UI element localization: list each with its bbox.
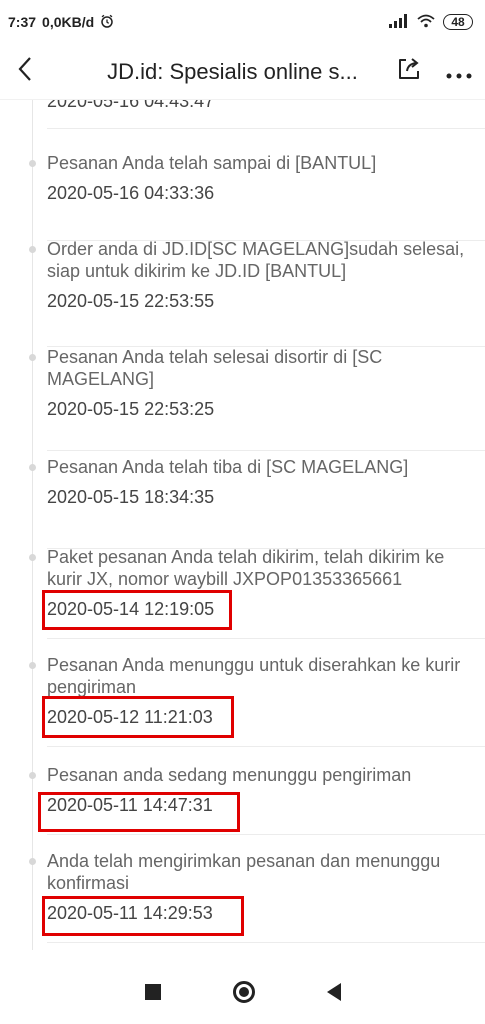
event-message: Pesanan Anda menunggu untuk diserahkan k… — [47, 655, 461, 697]
timeline-dot — [29, 858, 36, 865]
event-timestamp: 2020-05-16 04:33:36 — [47, 183, 215, 203]
signal-icon — [389, 13, 409, 31]
tracking-timeline[interactable]: 2020-05-16 04:43:47 Pesanan Anda telah s… — [0, 100, 485, 960]
event-message: Pesanan anda sedang menunggu pengiriman — [47, 765, 412, 785]
timeline-item-partial: 2020-05-16 04:43:47 — [47, 100, 485, 129]
page-title: JD.id: Spesialis online s... — [107, 58, 358, 84]
system-nav-bar — [0, 960, 485, 1024]
event-message: Anda telah mengirimkan pesanan dan menun… — [47, 851, 441, 893]
alarm-icon — [100, 14, 114, 31]
chevron-left-icon — [17, 56, 33, 87]
timeline-item: Pesanan Anda telah tiba di [SC MAGELANG]… — [29, 456, 485, 549]
share-icon — [396, 56, 422, 87]
status-left: 7:37 0,0KB/d — [8, 14, 114, 31]
event-message: Order anda di JD.ID[SC MAGELANG]sudah se… — [47, 239, 465, 281]
circle-icon[interactable] — [232, 981, 255, 1003]
timeline-line — [32, 100, 33, 950]
timeline-item: Pesanan Anda telah selesai disortir di [… — [29, 346, 485, 451]
battery-indicator: 48 — [443, 14, 473, 30]
more-icon — [446, 56, 472, 87]
triangle-back-icon[interactable] — [326, 983, 341, 1001]
timeline-dot — [29, 246, 36, 253]
back-button[interactable] — [0, 44, 50, 100]
event-message: Pesanan Anda telah sampai di [BANTUL] — [47, 153, 377, 173]
clock: 7:37 — [8, 14, 37, 30]
timeline-dot — [29, 662, 36, 669]
wifi-icon — [417, 14, 435, 31]
highlight-box — [42, 896, 244, 936]
status-right: 48 — [389, 13, 473, 31]
square-icon[interactable] — [144, 984, 161, 1000]
event-message: Pesanan Anda telah selesai disortir di [… — [47, 347, 383, 389]
highlight-box — [42, 590, 232, 630]
timeline-item: Order anda di JD.ID[SC MAGELANG]sudah se… — [29, 238, 485, 347]
status-bar: 7:37 0,0KB/d 48 — [0, 0, 485, 44]
event-timestamp: 2020-05-15 22:53:55 — [47, 291, 215, 311]
timeline-dot — [29, 554, 36, 561]
app-header: JD.id: Spesialis online s... — [0, 44, 485, 100]
net-speed: 0,0KB/d — [42, 14, 95, 30]
timeline-dot — [29, 772, 36, 779]
event-message: Pesanan Anda telah tiba di [SC MAGELANG] — [47, 457, 409, 477]
timeline-dot — [29, 464, 36, 471]
share-button[interactable] — [385, 44, 433, 100]
event-message: Paket pesanan Anda telah dikirim, telah … — [47, 547, 445, 589]
timeline-dot — [29, 160, 36, 167]
highlight-box — [38, 792, 240, 832]
highlight-box — [42, 696, 234, 738]
timeline-dot — [29, 354, 36, 361]
event-timestamp: 2020-05-15 22:53:25 — [47, 399, 215, 419]
event-timestamp: 2020-05-15 18:34:35 — [47, 487, 215, 507]
event-timestamp: 2020-05-16 04:43:47 — [47, 100, 215, 111]
more-button[interactable] — [433, 44, 485, 100]
timeline-item: Pesanan Anda telah sampai di [BANTUL] 20… — [29, 152, 485, 241]
